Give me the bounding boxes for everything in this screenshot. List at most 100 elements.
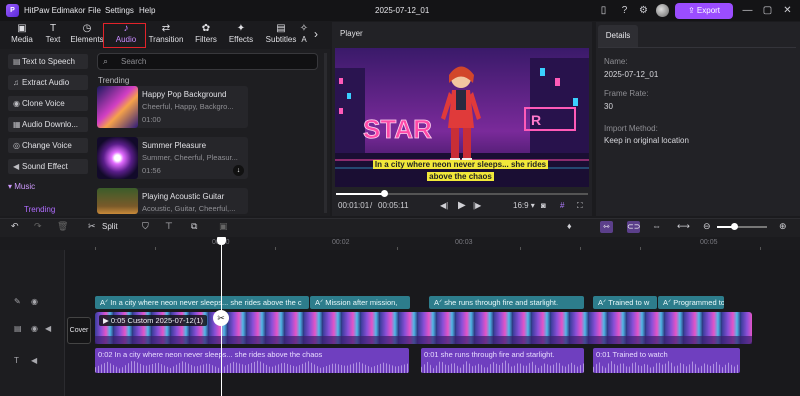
change-voice-icon: ◎ [13, 141, 20, 150]
split-button[interactable]: Split [102, 222, 118, 231]
fullscreen-icon[interactable]: ⛶ [577, 201, 583, 211]
scissors-icon[interactable]: ✂ [88, 221, 96, 232]
subtitle-clip[interactable]: Aᐟ Trained to w [593, 296, 657, 309]
grid-icon[interactable]: # [560, 201, 564, 210]
audio-download-button[interactable]: ▦Audio Downlo... [8, 117, 88, 132]
help-icon[interactable]: ? [618, 4, 631, 17]
track-thumbnail [97, 86, 138, 128]
app-logo: P [6, 4, 19, 17]
zoom-out-icon[interactable]: ⊖ [703, 221, 711, 232]
pin-icon[interactable]: ✎ [14, 297, 21, 306]
tab-details[interactable]: Details [598, 25, 638, 47]
transition-icon: ⇄ [161, 23, 171, 34]
play-icon[interactable]: ▶ [458, 200, 466, 211]
player-title: Player [340, 29, 363, 38]
search-input[interactable]: Search [97, 53, 318, 70]
next-frame-icon[interactable]: |▶ [473, 201, 481, 210]
microphone-icon[interactable]: ♦ [567, 221, 572, 231]
tab-transition[interactable]: ⇄ Transition [146, 22, 186, 48]
settings-icon[interactable]: ⚙ [637, 4, 650, 17]
music-category[interactable]: ▾ Music [8, 182, 35, 191]
extract-audio-button[interactable]: ♫ Extract Audio [8, 75, 88, 90]
current-time: 00:01:01 [338, 201, 370, 210]
shield-icon[interactable]: ⛉ [142, 221, 149, 232]
text-box-icon[interactable]: ⊤ [165, 221, 173, 232]
search-icon: ⌕ [103, 56, 109, 66]
music-card[interactable]: Summer Pleasure Summer, Cheerful, Pleasu… [97, 137, 248, 179]
waveform [593, 360, 740, 373]
tab-ai[interactable]: ✧ A [297, 22, 311, 48]
fit-icon[interactable]: ⟷ [677, 221, 690, 232]
menu-settings[interactable]: Settings [105, 6, 134, 15]
menu-file[interactable]: File [88, 6, 101, 15]
track-icon[interactable]: ⇔ [652, 221, 661, 231]
subtitle-clip[interactable]: Aᐟ she runs through fire and starlight. [429, 296, 584, 309]
subtitle-clip[interactable]: Aᐟ Mission after mission, [310, 296, 410, 309]
text-to-speech-button[interactable]: ▤Text to Speech [8, 54, 88, 69]
text-icon: Aᐟ [100, 298, 111, 307]
text-icon: Aᐟ [315, 298, 326, 307]
music-card[interactable]: Playing Acoustic Guitar Acoustic, Guitar… [97, 188, 248, 214]
text-icon: Aᐟ [663, 298, 674, 307]
link-clips-icon[interactable]: ⇿ [600, 221, 613, 233]
playhead-handle[interactable] [217, 237, 226, 245]
music-card[interactable]: Happy Pop Background Cheerful, Happy, Ba… [97, 86, 248, 128]
subtitle-clip[interactable]: Aᐟ Programmed to [658, 296, 724, 309]
image-icon[interactable]: ▣ [219, 221, 228, 232]
tab-effects[interactable]: ✦ Effects [221, 22, 261, 48]
download-icon[interactable]: ↓ [233, 165, 244, 176]
zoom-in-icon[interactable]: ⊕ [779, 221, 787, 232]
audio-clip-label: 0:02 In a city where neon never sleeps..… [98, 350, 323, 359]
video-track-icon: ▤ [14, 324, 22, 333]
filters-icon: ✿ [201, 23, 211, 34]
playback-knob[interactable] [380, 190, 388, 197]
tab-filters[interactable]: ✿ Filters [186, 22, 226, 48]
clone-voice-button[interactable]: ◉ Clone Voice [8, 96, 88, 111]
delete-icon[interactable]: 🗑 [57, 221, 68, 232]
tabs-next-arrow-icon[interactable]: › [314, 27, 318, 41]
tts-icon: ▤ [13, 57, 21, 66]
magnet-icon[interactable]: ⊂⊃ [627, 221, 640, 233]
video-clip-footer [95, 336, 752, 344]
phone-icon[interactable]: ▯ [597, 4, 610, 17]
redo-icon[interactable]: ↷ [34, 221, 42, 232]
snapshot-icon[interactable]: ◙ [541, 201, 546, 210]
tab-subtitles[interactable]: ▤ Subtitles [261, 22, 301, 48]
close-icon[interactable]: ✕ [781, 4, 794, 17]
project-title: 2025-07-12_01 [375, 6, 430, 15]
avatar[interactable] [656, 4, 669, 17]
import-method-label: Import Method: [604, 124, 658, 133]
aspect-ratio-select[interactable]: 16:9 ▾ [513, 201, 535, 210]
library-scrollbar[interactable] [324, 53, 327, 213]
maximize-icon[interactable]: ▢ [761, 4, 774, 17]
menu-help[interactable]: Help [139, 6, 155, 15]
prev-frame-icon[interactable]: ◀| [440, 201, 448, 210]
undo-icon[interactable]: ↶ [11, 221, 19, 232]
export-button[interactable]: ⇪ Export [675, 3, 733, 19]
volume-icon[interactable]: ◀ [31, 356, 37, 365]
eye-icon[interactable]: ◉ [31, 324, 38, 333]
split-at-playhead-icon[interactable]: ✂ [213, 310, 229, 326]
cover-button[interactable]: Cover [67, 317, 91, 344]
tab-elements[interactable]: ◷ Elements [67, 22, 107, 48]
timeline-ruler[interactable] [65, 237, 800, 250]
ruler-label: 00:05 [700, 239, 718, 246]
crop-icon[interactable]: ⧉ [191, 221, 197, 232]
volume-icon[interactable]: ◀ [45, 324, 51, 333]
svg-text:STAR: STAR [363, 114, 432, 144]
trending-subcategory[interactable]: Trending [24, 205, 55, 214]
sound-effect-button[interactable]: ◀ Sound Effect [8, 159, 88, 174]
eye-icon[interactable]: ◉ [31, 297, 38, 306]
zoom-knob[interactable] [730, 223, 738, 230]
ai-icon: ✧ [299, 23, 309, 34]
name-value: 2025-07-12_01 [604, 70, 659, 79]
minimize-icon[interactable]: — [741, 4, 754, 17]
audio-clip-label: 0:01 Trained to watch [596, 350, 668, 359]
subtitle-clip[interactable]: Aᐟ In a city where neon never sleeps... … [95, 296, 309, 309]
caption-line-1: In a city where neon never sleeps... she… [372, 160, 549, 169]
caption-line-2: above the chaos [427, 172, 494, 181]
details-panel [596, 22, 800, 216]
playback-progress-fill [336, 193, 384, 195]
upload-icon: ⇪ [687, 6, 697, 15]
change-voice-button[interactable]: ◎ Change Voice [8, 138, 88, 153]
